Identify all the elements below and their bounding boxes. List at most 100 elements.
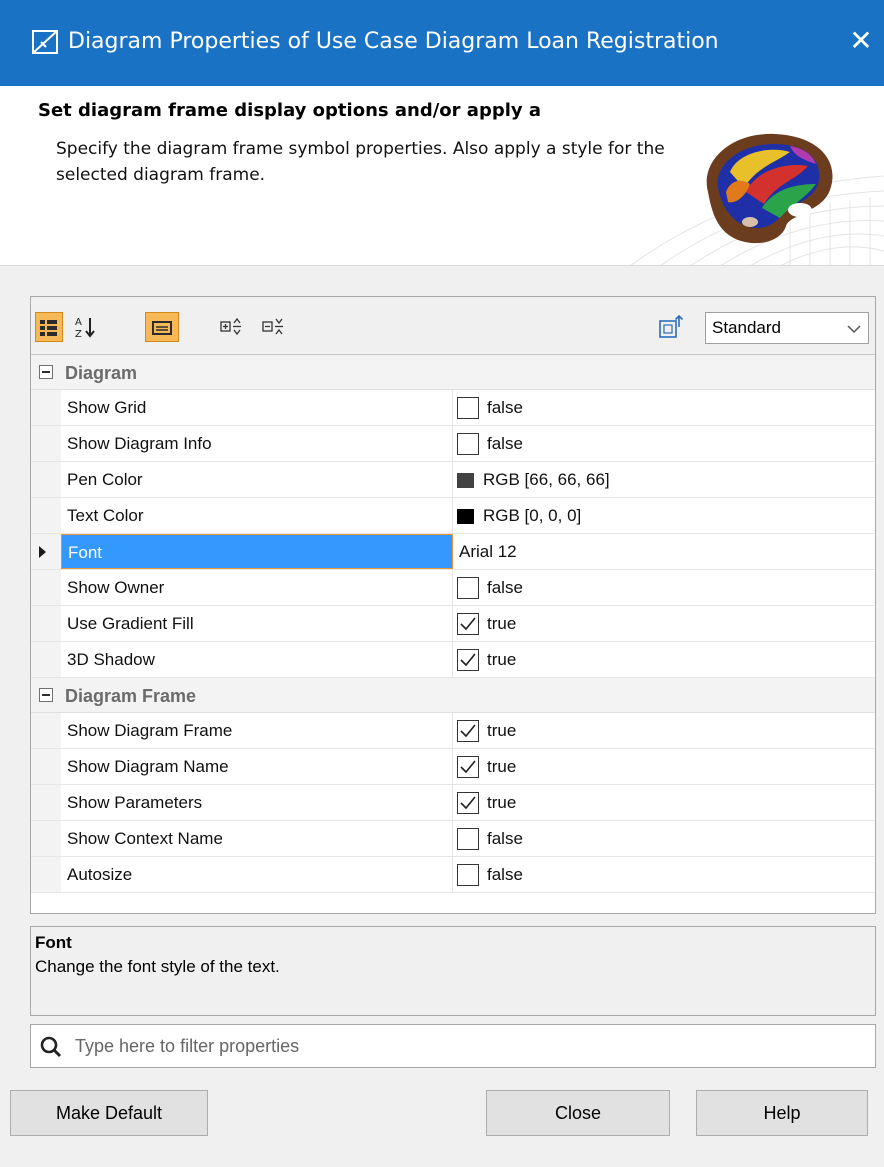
property-name: Text Color	[61, 498, 453, 533]
property-name: Show Owner	[61, 570, 453, 605]
group-diagram[interactable]: Diagram	[31, 355, 875, 390]
property-row-show-parameters[interactable]: Show Parameters true	[31, 785, 875, 821]
property-row-autosize[interactable]: Autosize false	[31, 857, 875, 893]
collapse-all-icon	[262, 318, 283, 335]
categorized-icon	[40, 320, 57, 336]
search-icon	[40, 1036, 62, 1058]
property-value: false	[487, 434, 523, 453]
property-name: Show Parameters	[61, 785, 453, 820]
sort-az-icon: A Z	[75, 317, 95, 340]
window-bottom-edge	[0, 1160, 884, 1167]
checkmark-icon	[460, 760, 476, 774]
use-gradient-fill-checkbox[interactable]	[457, 613, 479, 635]
show-parameters-checkbox[interactable]	[457, 792, 479, 814]
show-owner-checkbox[interactable]	[457, 577, 479, 599]
row-gutter	[31, 426, 61, 461]
property-value: true	[487, 757, 517, 776]
collapse-toggle-icon[interactable]	[39, 365, 53, 379]
property-row-3d-shadow[interactable]: 3D Shadow true	[31, 642, 875, 678]
row-gutter	[31, 749, 61, 784]
property-name: Pen Color	[61, 462, 453, 497]
svg-text:A: A	[75, 317, 82, 328]
checkmark-icon	[460, 617, 476, 631]
show-grid-checkbox[interactable]	[457, 397, 479, 419]
property-row-show-diagram-info[interactable]: Show Diagram Info false	[31, 426, 875, 462]
dialog-heading: Set diagram frame display options and/or…	[38, 100, 542, 121]
collapse-toggle-icon[interactable]	[39, 688, 53, 702]
checkmark-icon	[460, 724, 476, 738]
window-edge	[0, 266, 10, 1006]
text-color-swatch[interactable]	[457, 509, 474, 524]
row-gutter	[31, 534, 61, 569]
collapse-all-button[interactable]	[259, 312, 287, 342]
property-value: true	[487, 614, 517, 633]
description-title: Font	[35, 933, 72, 952]
group-label: Diagram Frame	[65, 686, 197, 706]
filter-input[interactable]: Type here to filter properties	[30, 1024, 876, 1068]
window-title: Diagram Properties of Use Case Diagram L…	[68, 29, 719, 54]
expand-all-button[interactable]	[217, 312, 245, 342]
row-gutter	[31, 713, 61, 748]
dialog-header: Set diagram frame display options and/or…	[0, 86, 884, 266]
title-bar: Diagram Properties of Use Case Diagram L…	[0, 0, 884, 86]
group-diagram-frame[interactable]: Diagram Frame	[31, 678, 875, 713]
checkmark-icon	[460, 796, 476, 810]
checkmark-icon	[460, 653, 476, 667]
dialog-description: Specify the diagram frame symbol propert…	[56, 139, 665, 185]
property-value[interactable]: Arial 12	[459, 534, 517, 569]
close-window-icon[interactable]: ✕	[846, 24, 876, 58]
property-name: Show Diagram Info	[61, 426, 453, 461]
categorized-view-button[interactable]	[35, 312, 63, 342]
close-button[interactable]: Close	[486, 1090, 670, 1136]
property-name: Show Grid	[61, 390, 453, 425]
style-select[interactable]: Standard	[705, 312, 869, 344]
properties-toolbar: A Z Standard	[31, 297, 875, 355]
description-text: Change the font style of the text.	[35, 957, 280, 976]
svg-text:Z: Z	[75, 329, 82, 340]
autosize-checkbox[interactable]	[457, 864, 479, 886]
property-row-show-owner[interactable]: Show Owner false	[31, 570, 875, 606]
property-value: RGB [0, 0, 0]	[483, 506, 582, 525]
row-gutter	[31, 642, 61, 677]
property-value: false	[487, 865, 523, 884]
property-name: Show Diagram Frame	[61, 713, 453, 748]
property-name: Autosize	[61, 857, 453, 892]
show-diagram-info-checkbox[interactable]	[457, 433, 479, 455]
property-row-show-grid[interactable]: Show Grid false	[31, 390, 875, 426]
properties-panel: A Z Standard Diagram Show Grid false Sho…	[30, 296, 876, 914]
property-description-pane: Font Change the font style of the text.	[30, 926, 876, 1016]
property-name: Show Diagram Name	[61, 749, 453, 784]
pen-color-swatch[interactable]	[457, 473, 474, 488]
palette-icon	[706, 133, 833, 244]
make-default-button[interactable]: Make Default	[10, 1090, 208, 1136]
show-context-name-checkbox[interactable]	[457, 828, 479, 850]
property-name: 3D Shadow	[61, 642, 453, 677]
row-gutter	[31, 821, 61, 856]
property-row-font[interactable]: Font Arial 12	[31, 534, 875, 570]
current-row-marker-icon	[39, 546, 46, 558]
property-row-show-context-name[interactable]: Show Context Name false	[31, 821, 875, 857]
row-gutter	[31, 570, 61, 605]
style-select-value: Standard	[712, 318, 781, 337]
3d-shadow-checkbox[interactable]	[457, 649, 479, 671]
show-description-button[interactable]	[145, 312, 179, 342]
property-row-text-color[interactable]: Text Color RGB [0, 0, 0]	[31, 498, 875, 534]
property-value: false	[487, 578, 523, 597]
row-gutter	[31, 785, 61, 820]
filter-placeholder: Type here to filter properties	[75, 1036, 300, 1056]
property-row-show-diagram-name[interactable]: Show Diagram Name true	[31, 749, 875, 785]
sort-alphabetically-button[interactable]: A Z	[71, 312, 99, 342]
show-diagram-name-checkbox[interactable]	[457, 756, 479, 778]
help-button[interactable]: Help	[696, 1090, 868, 1136]
row-gutter	[31, 462, 61, 497]
apply-style-icon[interactable]	[657, 313, 685, 341]
description-icon	[152, 321, 172, 335]
property-row-pen-color[interactable]: Pen Color RGB [66, 66, 66]	[31, 462, 875, 498]
property-name: Use Gradient Fill	[61, 606, 453, 641]
show-diagram-frame-checkbox[interactable]	[457, 720, 479, 742]
property-row-show-diagram-frame[interactable]: Show Diagram Frame true	[31, 713, 875, 749]
property-grid: Diagram Show Grid false Show Diagram Inf…	[31, 355, 875, 893]
property-value: true	[487, 793, 517, 812]
property-name: Font	[61, 534, 453, 569]
property-row-use-gradient-fill[interactable]: Use Gradient Fill true	[31, 606, 875, 642]
